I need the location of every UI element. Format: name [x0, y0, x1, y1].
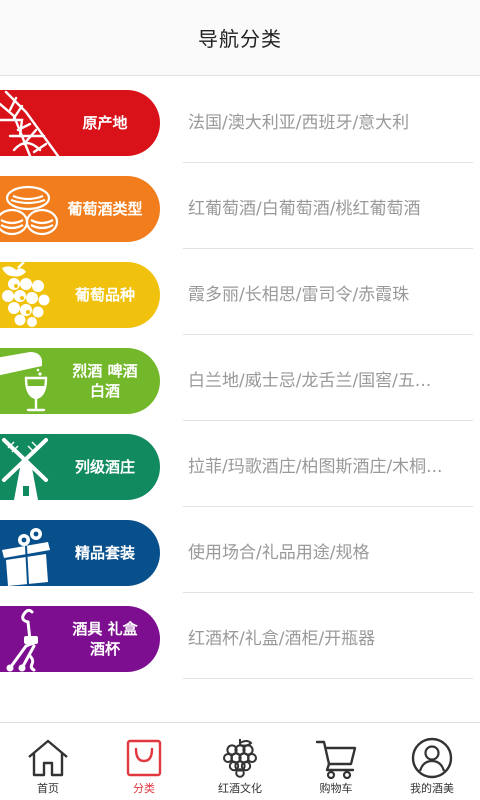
tab-label: 首页 [37, 782, 59, 795]
category-tab[interactable]: 原产地 [0, 90, 160, 156]
grapes-icon [2, 262, 50, 327]
category-tab[interactable]: 精品套装 [0, 520, 160, 586]
category-item-wine-type[interactable]: 葡萄酒类型 红葡萄酒/白葡萄酒/桃红葡萄酒 [0, 163, 480, 249]
category-description: 霞多丽/长相思/雷司令/赤霞珠 [188, 285, 410, 305]
tab-label: 红酒文化 [218, 782, 262, 795]
category-description: 使用场合/礼品用途/规格 [188, 543, 370, 563]
tab-label: 购物车 [319, 782, 353, 795]
bottom-tab-bar: 首页 分类 红酒文化 购物车 我的酒美 [0, 722, 480, 800]
tab-label: 我的酒美 [410, 782, 454, 795]
category-description: 白兰地/威士忌/龙舌兰/国窖/五... [188, 371, 432, 391]
tab-wine-culture[interactable]: 红酒文化 [192, 723, 288, 800]
windmill-icon [2, 438, 48, 500]
category-item-grape-variety[interactable]: 葡萄品种 霞多丽/长相思/雷司令/赤霞珠 [0, 249, 480, 335]
tab-home[interactable]: 首页 [0, 723, 96, 800]
eiffel-tower-icon [0, 90, 60, 156]
category-description: 红葡萄酒/白葡萄酒/桃红葡萄酒 [188, 199, 421, 219]
corkscrew-icon [6, 608, 38, 672]
category-description: 拉菲/玛歌酒庄/柏图斯酒庄/木桐... [188, 457, 443, 477]
category-tab[interactable]: 葡萄品种 [0, 262, 160, 328]
category-label: 葡萄品种 [74, 286, 135, 304]
category-tab[interactable]: 烈酒 啤酒 白酒 [0, 348, 160, 414]
category-label: 烈酒 啤酒 白酒 [72, 362, 138, 400]
top-bar: 导航分类 [0, 0, 480, 76]
grape-bunch-icon [223, 739, 257, 778]
category-label: 酒具 礼盒 酒杯 [72, 620, 138, 658]
category-tab[interactable]: 列级酒庄 [0, 434, 160, 500]
user-icon [411, 737, 453, 779]
category-label: 列级酒庄 [74, 458, 135, 476]
tab-cart[interactable]: 购物车 [288, 723, 384, 800]
page-title: 导航分类 [198, 27, 282, 51]
cart-icon [315, 740, 357, 779]
category-description: 红酒杯/礼盒/酒柜/开瓶器 [188, 629, 376, 649]
category-label: 葡萄酒类型 [67, 200, 143, 218]
home-icon [28, 739, 68, 777]
tab-my-account[interactable]: 我的酒美 [384, 723, 480, 800]
category-item-origin[interactable]: 原产地 法国/澳大利亚/西班牙/意大利 [0, 77, 480, 163]
category-tab[interactable]: 酒具 礼盒 酒杯 [0, 606, 160, 672]
category-item-accessories[interactable]: 酒具 礼盒 酒杯 红酒杯/礼盒/酒柜/开瓶器 [0, 593, 480, 679]
tab-label: 分类 [133, 782, 155, 795]
tab-category[interactable]: 分类 [96, 723, 192, 800]
category-item-spirits[interactable]: 烈酒 啤酒 白酒 白兰地/威士忌/龙舌兰/国窖/五... [0, 335, 480, 421]
category-label: 精品套装 [74, 544, 135, 562]
app-root: 导航分类 原产地 法国/澳大利亚/西班牙/意大利 葡萄酒类型 红葡萄酒/白葡萄酒… [0, 0, 480, 800]
category-item-gift-sets[interactable]: 精品套装 使用场合/礼品用途/规格 [0, 507, 480, 593]
gift-box-icon [2, 528, 50, 586]
category-label: 原产地 [82, 114, 128, 132]
category-description: 法国/澳大利亚/西班牙/意大利 [188, 113, 410, 133]
category-item-classified-chateau[interactable]: 列级酒庄 拉菲/玛歌酒庄/柏图斯酒庄/木桐... [0, 421, 480, 507]
category-tab[interactable]: 葡萄酒类型 [0, 176, 160, 242]
bottle-glass-icon [0, 352, 48, 412]
shopping-bag-icon [126, 739, 162, 777]
category-list: 原产地 法国/澳大利亚/西班牙/意大利 葡萄酒类型 红葡萄酒/白葡萄酒/桃红葡萄… [0, 77, 480, 679]
wine-barrels-icon [0, 185, 59, 236]
